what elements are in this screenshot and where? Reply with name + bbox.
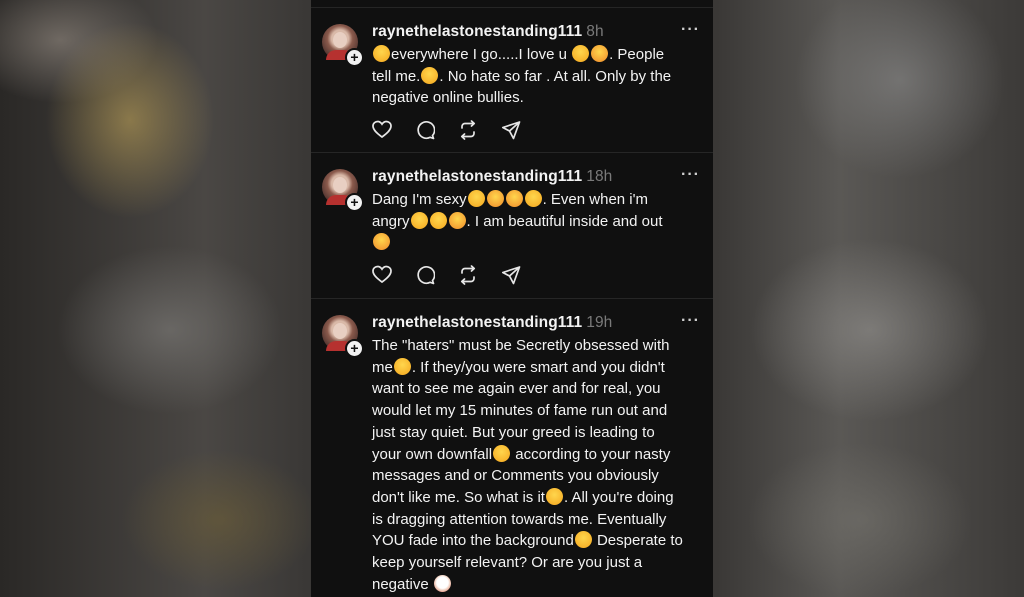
smiley-emoji: [572, 45, 590, 62]
rofl-emoji: [574, 531, 592, 549]
post-1[interactable]: + raynethelastonestanding111 8h ··· every…: [311, 8, 713, 153]
post-line: YOU fade into the background Desperate t…: [372, 530, 708, 552]
send-icon[interactable]: [501, 265, 521, 285]
post-text: your own downfall: [372, 445, 493, 463]
smiling-hearts-emoji: [505, 190, 523, 207]
post-body: Dang I'm sexy . Even when i'm angry . I am …: [372, 189, 708, 254]
post-line: tell me. . No hate so far . At all. Only …: [372, 66, 708, 88]
post-header: raynethelastonestanding111 19h: [372, 314, 612, 332]
post-body: everywhere I go.....I love u . People tel…: [372, 44, 708, 109]
post-line: negative: [372, 574, 708, 596]
comment-icon[interactable]: [415, 265, 435, 285]
post-line: [372, 232, 708, 254]
post-line: angry . I am beautiful inside and out: [372, 211, 708, 233]
post-text: me: [372, 358, 393, 376]
post-line: The "haters" must be Secretly obsessed w…: [372, 335, 708, 357]
repost-icon[interactable]: [458, 265, 478, 285]
threads-feed[interactable]: + raynethelastonestanding111 8h ··· every…: [311, 0, 713, 597]
follow-plus-icon[interactable]: +: [345, 193, 364, 212]
more-icon[interactable]: ···: [681, 21, 700, 39]
rofl-emoji: [493, 444, 511, 462]
post-2[interactable]: + raynethelastonestanding111 18h ··· Dang…: [311, 153, 713, 299]
follow-plus-icon[interactable]: +: [345, 339, 364, 358]
username[interactable]: raynethelastonestanding111: [372, 314, 582, 331]
smiley-emoji: [393, 357, 411, 375]
post-text: . People: [609, 46, 665, 63]
post-text: Desperate to: [592, 532, 683, 550]
post-text: would let my 15 minutes of fame run out …: [372, 402, 668, 420]
post-text: want to see me again ever and for real, …: [372, 380, 661, 398]
post-text: . If they/you were smart and you didn't: [411, 358, 665, 376]
post-time: 18h: [586, 168, 613, 185]
post-text: keep yourself relevant? Or are you just …: [372, 554, 643, 572]
post-body: The "haters" must be Secretly obsessed w…: [372, 335, 708, 595]
post-text: according to your nasty: [511, 445, 671, 463]
post-text: . Even when i'm: [542, 191, 648, 208]
grin-emoji: [429, 211, 447, 229]
post-line: everywhere I go.....I love u . People: [372, 44, 708, 66]
post-line: don't like me. So what is it . All you're…: [372, 487, 708, 509]
post-time: 8h: [586, 23, 604, 40]
comment-icon[interactable]: [415, 120, 435, 140]
post-text: . I am beautiful inside and out: [466, 212, 663, 230]
post-text: don't like me. So what is it: [372, 488, 545, 506]
post-line: want to see me again ever and for real, …: [372, 378, 708, 400]
post-line: me . If they/you were smart and you didn'…: [372, 357, 708, 379]
post-line: messages and or Comments you obviously: [372, 465, 708, 487]
repost-icon[interactable]: [458, 120, 478, 140]
post-3[interactable]: + raynethelastonestanding111 19h ··· The …: [311, 299, 713, 597]
username[interactable]: raynethelastonestanding111: [372, 168, 582, 185]
follow-plus-icon[interactable]: +: [345, 48, 364, 67]
post-text: tell me.: [372, 67, 421, 85]
smiley-emoji: [421, 66, 439, 84]
smiling-hearts-emoji: [591, 45, 609, 62]
joy-emoji: [545, 487, 563, 505]
rofl-emoji: [373, 45, 390, 62]
post-text: Dang I'm sexy: [372, 191, 467, 208]
post-text: . All you're doing: [563, 488, 674, 506]
post-text: angry: [372, 212, 410, 230]
heart-icon[interactable]: [372, 265, 392, 285]
post-text: . No hate so far . At all. Only by the: [439, 67, 672, 85]
post-line: your own downfall according to your nast…: [372, 444, 708, 466]
post-text: just stay quiet. But your greed is leadi…: [372, 423, 655, 441]
post-line: just stay quiet. But your greed is leadi…: [372, 422, 708, 444]
send-icon[interactable]: [501, 120, 521, 140]
post-line: negative online bullies.: [372, 87, 708, 109]
post-line: would let my 15 minutes of fame run out …: [372, 400, 708, 422]
more-icon[interactable]: ···: [681, 312, 700, 330]
post-line: Dang I'm sexy . Even when i'm: [372, 189, 708, 211]
post-line: keep yourself relevant? Or are you just …: [372, 552, 708, 574]
post-time: 19h: [586, 314, 613, 331]
post-text: messages and or Comments you obviously: [372, 467, 659, 485]
post-text: The "haters" must be Secretly obsessed w…: [372, 337, 670, 354]
rofl-emoji: [410, 211, 428, 229]
post-text: is dragging attention towards me. Eventu…: [372, 510, 667, 528]
heart-icon[interactable]: [372, 120, 392, 140]
joy-emoji: [524, 190, 542, 207]
post-line: is dragging attention towards me. Eventu…: [372, 509, 708, 531]
post-text: YOU fade into the background: [372, 532, 574, 550]
rofl-emoji: [467, 190, 485, 207]
smiling-hearts-emoji: [373, 233, 390, 251]
post-header: raynethelastonestanding111 8h: [372, 23, 604, 41]
username[interactable]: raynethelastonestanding111: [372, 23, 582, 40]
kiss-emoji: [448, 211, 466, 229]
post-text: negative: [372, 575, 433, 593]
post-text: everywhere I go.....I love u: [391, 46, 572, 63]
post-text: negative online bullies.: [372, 89, 524, 107]
clown-emoji: [433, 574, 451, 592]
heart-eyes-emoji: [486, 190, 504, 207]
post-header: raynethelastonestanding111 18h: [372, 168, 612, 186]
more-icon[interactable]: ···: [681, 166, 700, 184]
